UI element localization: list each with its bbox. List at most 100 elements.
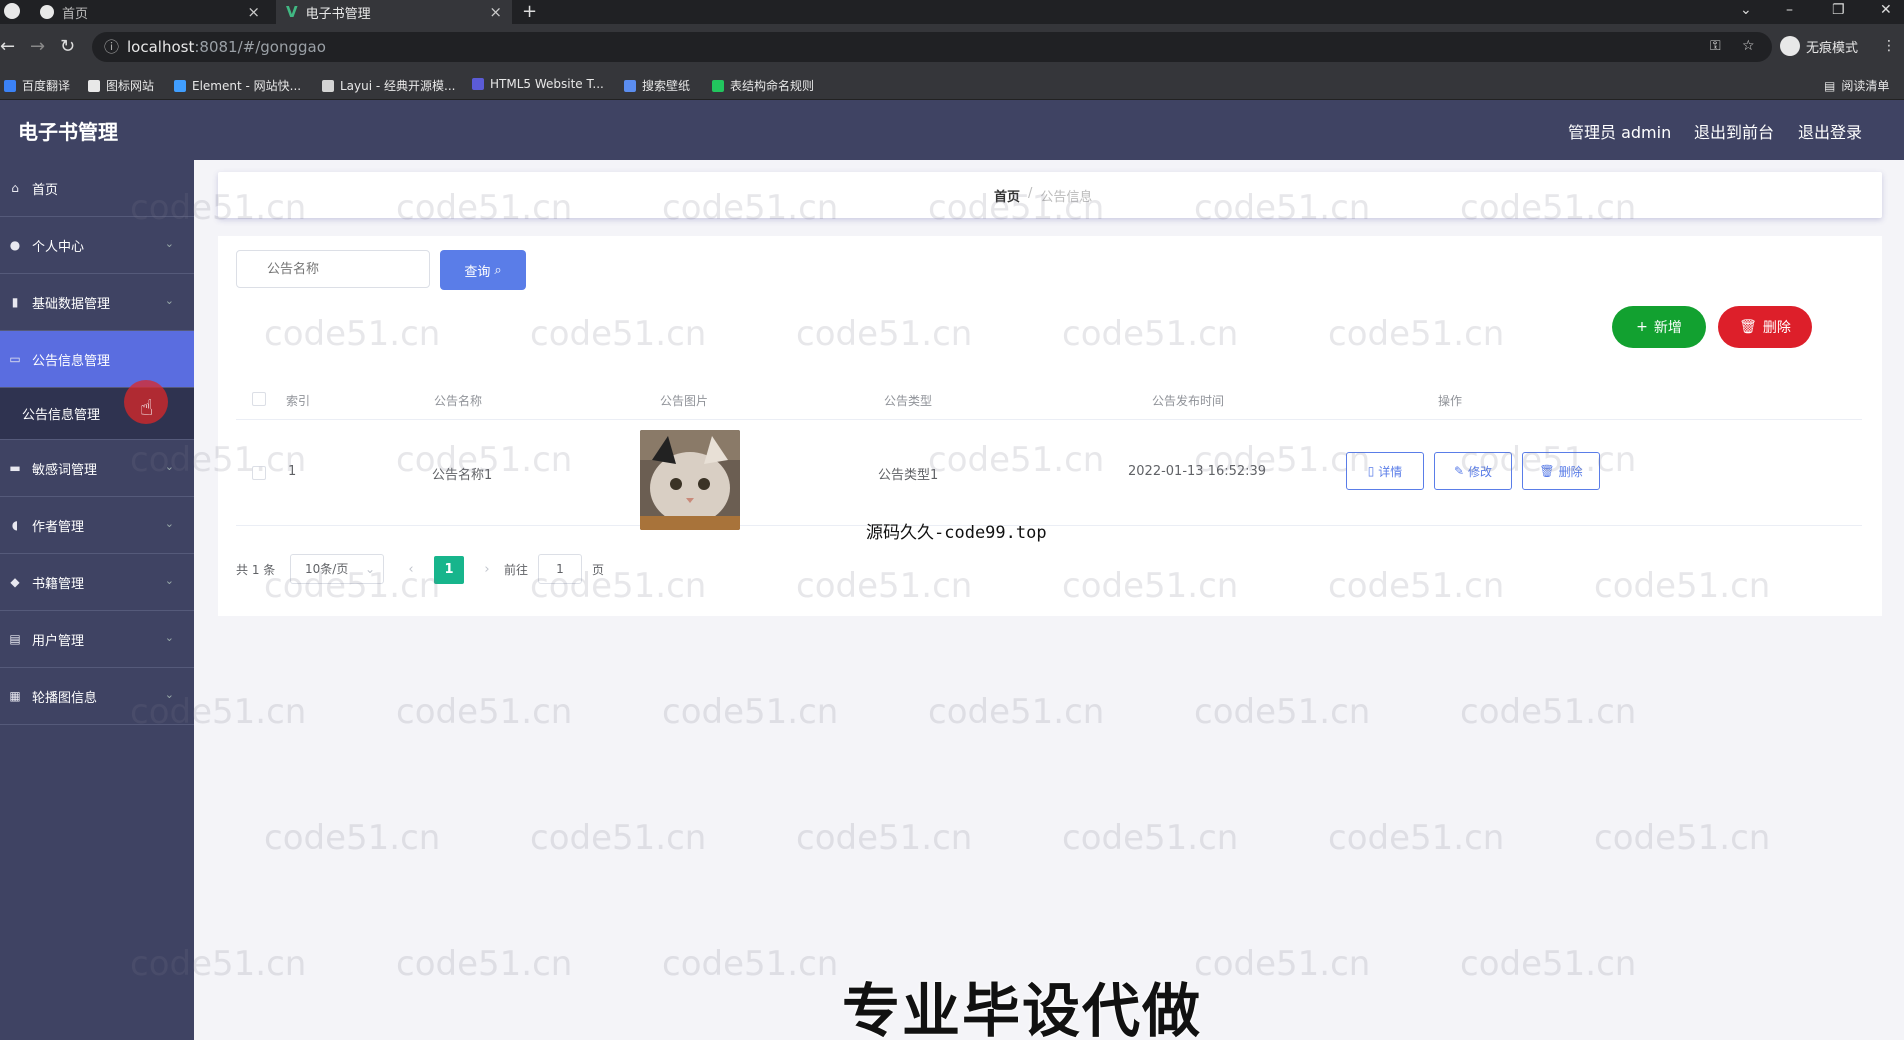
- incognito-label: 无痕模式: [1806, 40, 1859, 56]
- tab-label: 电子书管理: [305, 6, 371, 22]
- sidebar: ⌂ 首页 ● 个人中心 ⌄ ▮ 基础数据管理 ⌄ ▭ 公告信息管理 公告信息管理…: [0, 160, 194, 1040]
- bookmark-icon-site[interactable]: 图标网站: [88, 77, 154, 94]
- sidebar-item-label: 轮播图信息: [32, 690, 98, 706]
- bookmark-baidu-translate[interactable]: 百度翻译: [4, 77, 70, 94]
- bookmark-label: HTML5 Website T...: [490, 77, 604, 91]
- select-all-checkbox[interactable]: [252, 392, 266, 406]
- url-path: :8081/#/gonggao: [194, 38, 326, 56]
- content-panel: ⌕ 查询 ⌕ + 新增 🗑 删除 索引 公告名称 公告图片 公告类型 公告发布时…: [218, 236, 1882, 616]
- batch-delete-button[interactable]: 🗑 删除: [1718, 306, 1812, 348]
- chevron-down-icon: ⌄: [164, 460, 174, 473]
- sidebar-item-authors[interactable]: ◖ 作者管理 ⌄: [0, 497, 194, 554]
- bookmark-label: 图标网站: [106, 79, 155, 93]
- sidebar-item-label: 个人中心: [32, 239, 85, 255]
- bookmark-html5[interactable]: HTML5 Website T...: [472, 77, 604, 91]
- sidebar-item-sensitive-words[interactable]: ▬ 敏感词管理 ⌄: [0, 440, 194, 497]
- star-icon[interactable]: ☆: [1742, 38, 1755, 54]
- row-delete-button[interactable]: 🗑 删除: [1522, 452, 1600, 490]
- add-button[interactable]: + 新增: [1612, 306, 1706, 348]
- admin-user-label: 管理员 admin: [1568, 123, 1672, 142]
- restore-icon[interactable]: ❐: [1832, 2, 1845, 18]
- table-header: 索引 公告名称 公告图片 公告类型 公告发布时间 操作: [236, 380, 1862, 420]
- book-icon: ◆: [10, 575, 20, 589]
- browser-tab-home[interactable]: 首页 ×: [30, 0, 270, 24]
- bookmark-label: Layui - 经典开源模...: [340, 79, 456, 93]
- forward-icon[interactable]: →: [30, 36, 45, 57]
- new-tab-icon[interactable]: +: [522, 1, 537, 22]
- bookmark-label: 表结构命名规则: [730, 79, 815, 93]
- app-title: 电子书管理: [18, 120, 118, 144]
- query-button-label: 查询: [464, 264, 491, 280]
- cat-photo: [640, 430, 740, 530]
- sidebar-item-notice[interactable]: ▭ 公告信息管理: [0, 331, 194, 388]
- more-icon[interactable]: ⋮: [1882, 38, 1896, 54]
- app-header: 电子书管理 管理员 admin 退出到前台 退出登录: [0, 100, 1904, 160]
- url-field[interactable]: ⓘ localhost:8081/#/gonggao: [92, 32, 1772, 62]
- element-icon: [174, 79, 186, 92]
- hand-cursor-icon: ☝: [140, 396, 154, 421]
- detail-button-label: 详情: [1378, 464, 1403, 479]
- flag-icon: [88, 79, 100, 92]
- bookmark-table-naming[interactable]: 表结构命名规则: [712, 77, 814, 94]
- sidebar-item-label: 基础数据管理: [32, 296, 111, 312]
- next-page-button[interactable]: ›: [472, 556, 502, 584]
- sidebar-item-label: 作者管理: [32, 519, 85, 535]
- users-icon: ▤: [9, 632, 21, 646]
- prev-page-button[interactable]: ‹: [396, 556, 426, 584]
- reload-icon[interactable]: ↻: [60, 36, 75, 57]
- browser-tab-bar: 首页 × V 电子书管理 × + ⌄ – ❐ ✕: [0, 0, 1904, 24]
- sidebar-item-personal-center[interactable]: ● 个人中心 ⌄: [0, 217, 194, 274]
- page-size-select[interactable]: 10条/页 ⌄: [290, 554, 384, 584]
- browser-address-bar: ← → ↻ ⓘ localhost:8081/#/gonggao ⚿ ☆ 无痕模式…: [0, 24, 1904, 70]
- browser-menu-icon[interactable]: [4, 3, 20, 19]
- notice-name-search-input[interactable]: [236, 250, 430, 288]
- close-icon[interactable]: ×: [247, 3, 260, 21]
- table-row: 1 公告名称1 公告类型1 2022-01-13 16:52:39 ▯ 详情 ✎…: [236, 420, 1862, 530]
- key-icon[interactable]: ⚿: [1710, 38, 1721, 54]
- breadcrumb-separator: /: [1028, 186, 1033, 201]
- bookmark-element[interactable]: Element - 网站快...: [174, 77, 301, 94]
- breadcrumb-current: 公告信息: [1040, 190, 1093, 205]
- layui-icon: [322, 79, 334, 92]
- window-close-icon[interactable]: ✕: [1880, 2, 1892, 18]
- chevron-down-icon: ⌄: [164, 517, 174, 530]
- sidebar-item-home[interactable]: ⌂ 首页: [0, 160, 194, 217]
- edit-icon: ✎: [1453, 464, 1465, 478]
- query-button[interactable]: 查询 ⌕: [440, 250, 526, 290]
- incognito-indicator[interactable]: 无痕模式: [1780, 36, 1858, 56]
- back-icon[interactable]: ←: [0, 36, 15, 57]
- html5-icon: [472, 78, 484, 90]
- sidebar-item-carousel[interactable]: ▦ 轮播图信息 ⌄: [0, 668, 194, 725]
- bookmark-wallpaper[interactable]: 搜索壁纸: [624, 77, 690, 94]
- goto-suffix: 页: [592, 563, 605, 577]
- row-checkbox[interactable]: [252, 466, 266, 480]
- back-to-frontend-link[interactable]: 退出到前台: [1694, 119, 1774, 143]
- browser-tab-ebook[interactable]: V 电子书管理 ×: [276, 0, 512, 24]
- reading-list[interactable]: ▤ 阅读清单: [1824, 77, 1889, 94]
- column-header: 公告类型: [884, 394, 933, 408]
- detail-button[interactable]: ▯ 详情: [1346, 452, 1424, 490]
- add-button-label: 新增: [1653, 320, 1682, 336]
- chevron-down-icon[interactable]: ⌄: [1740, 2, 1752, 18]
- sidebar-item-basic-data[interactable]: ▮ 基础数据管理 ⌄: [0, 274, 194, 331]
- minimize-icon[interactable]: –: [1786, 2, 1793, 18]
- sidebar-item-label: 公告信息管理: [32, 353, 111, 369]
- bookmark-label: 搜索壁纸: [642, 79, 691, 93]
- goto-page-input[interactable]: 1: [538, 554, 582, 584]
- close-icon[interactable]: ×: [489, 3, 502, 21]
- sidebar-item-users[interactable]: ▤ 用户管理 ⌄: [0, 611, 194, 668]
- sidebar-item-books[interactable]: ◆ 书籍管理 ⌄: [0, 554, 194, 611]
- row-index: 1: [288, 464, 297, 479]
- document-icon: ▯: [1367, 464, 1375, 478]
- chevron-down-icon: ⌄: [164, 294, 174, 307]
- incognito-icon: [1780, 36, 1800, 56]
- bookmark-layui[interactable]: Layui - 经典开源模...: [322, 77, 455, 94]
- edit-button[interactable]: ✎ 修改: [1434, 452, 1512, 490]
- reading-list-icon: ▤: [1824, 78, 1836, 93]
- sidebar-item-label: 敏感词管理: [32, 462, 98, 478]
- breadcrumb-home[interactable]: 首页: [994, 186, 1020, 205]
- logout-link[interactable]: 退出登录: [1798, 119, 1862, 143]
- page-size-value: 10条/页: [305, 562, 349, 576]
- page-number-button[interactable]: 1: [434, 556, 464, 584]
- bookmark-label: Element - 网站快...: [192, 79, 302, 93]
